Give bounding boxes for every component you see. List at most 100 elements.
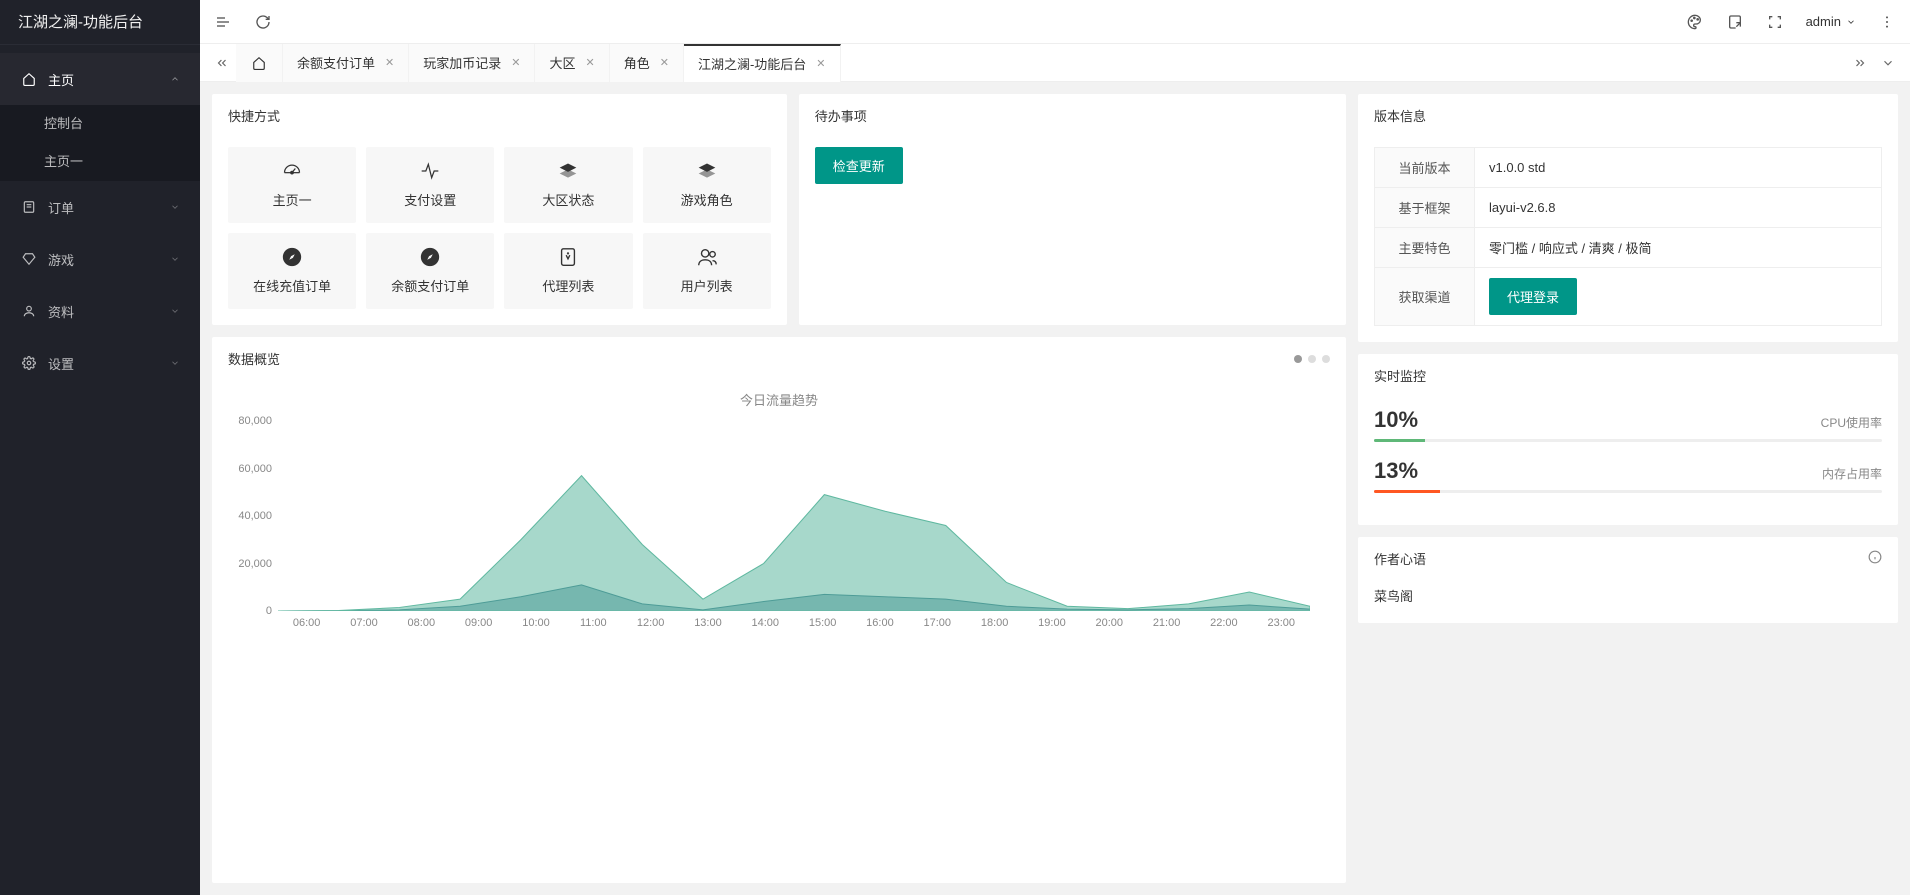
tab-balance-orders[interactable]: 余额支付订单✕: [283, 44, 409, 82]
x-tick-label: 16:00: [851, 617, 908, 629]
nav-sub-console[interactable]: 控制台: [0, 105, 200, 143]
x-tick-label: 15:00: [794, 617, 851, 629]
tabs-prev-button[interactable]: [208, 44, 236, 82]
chevron-up-icon: [170, 72, 180, 87]
overview-card: 数据概览 今日流量趋势 020,00040,00060,00080,00: [212, 337, 1346, 883]
users-icon: [695, 247, 719, 267]
agent-login-button[interactable]: 代理登录: [1489, 278, 1577, 315]
doc-icon: [556, 247, 580, 267]
x-tick-label: 17:00: [909, 617, 966, 629]
shortcut-label: 大区状态: [542, 190, 594, 209]
nav-label: 主页: [48, 70, 74, 89]
shortcut-compass[interactable]: 在线充值订单: [228, 233, 356, 309]
chevron-down-icon: [1846, 17, 1856, 27]
card-title: 快捷方式: [212, 94, 787, 137]
tab-role[interactable]: 角色✕: [610, 44, 684, 82]
tabs-menu-button[interactable]: [1874, 44, 1902, 82]
version-key: 获取渠道: [1375, 268, 1475, 326]
shortcuts-card: 快捷方式 主页一 支付设置大区状态 游戏角色在线充值订单余额支付订单代理列表用户列表: [212, 94, 787, 325]
sidebar: 江湖之澜-功能后台 主页 控制台 主页一 订单 游戏: [0, 0, 200, 895]
tab-home[interactable]: [236, 44, 283, 82]
compass-icon: [280, 247, 304, 267]
home-icon: [22, 72, 36, 86]
monitor-card: 实时监控 10%CPU使用率13%内存占用率: [1358, 354, 1898, 525]
carousel-dots[interactable]: [1294, 355, 1330, 363]
shortcut-users[interactable]: 用户列表: [643, 233, 771, 309]
y-tick-label: 60,000: [228, 463, 272, 475]
shortcut-label: 用户列表: [681, 276, 733, 295]
monitor-value: 10%: [1374, 407, 1418, 433]
user-icon: [22, 304, 36, 318]
nav-item-orders[interactable]: 订单: [0, 181, 200, 233]
y-tick-label: 0: [228, 605, 272, 617]
x-tick-label: 08:00: [393, 617, 450, 629]
shortcut-compass[interactable]: 余额支付订单: [366, 233, 494, 309]
chevron-down-icon: [170, 252, 180, 267]
gauge-icon: [280, 161, 304, 181]
tab-player-coin[interactable]: 玩家加币记录✕: [409, 44, 535, 82]
monitor-item: 13%内存占用率: [1374, 458, 1882, 493]
y-tick-label: 20,000: [228, 558, 272, 570]
shortcut-doc[interactable]: 代理列表: [504, 233, 632, 309]
shortcut-stack[interactable]: 大区状态: [504, 147, 632, 223]
nav-item-game[interactable]: 游戏: [0, 233, 200, 285]
fullscreen-icon[interactable]: [1766, 13, 1784, 31]
menu-toggle-icon[interactable]: [214, 13, 232, 31]
card-title: 待办事项: [799, 94, 1346, 137]
check-update-button[interactable]: 检查更新: [815, 147, 903, 184]
close-icon[interactable]: ✕: [511, 56, 520, 69]
refresh-icon[interactable]: [254, 13, 272, 31]
version-card: 版本信息 当前版本v1.0.0 std基于框架layui-v2.6.8主要特色零…: [1358, 94, 1898, 342]
close-icon[interactable]: ✕: [585, 56, 594, 69]
tab-dashboard[interactable]: 江湖之澜-功能后台✕: [684, 44, 841, 82]
card-title: 数据概览: [228, 349, 280, 368]
shortcut-label: 主页一: [273, 190, 312, 209]
theme-icon[interactable]: [1686, 13, 1704, 31]
nav-sub-home1[interactable]: 主页一: [0, 143, 200, 181]
close-icon[interactable]: ✕: [816, 57, 825, 70]
dot[interactable]: [1294, 355, 1302, 363]
dot[interactable]: [1308, 355, 1316, 363]
home-icon: [252, 56, 266, 70]
chevron-down-icon: [170, 356, 180, 371]
header: admin: [200, 0, 1910, 44]
note-icon[interactable]: [1726, 13, 1744, 31]
more-icon[interactable]: [1878, 13, 1896, 31]
progress-bar: [1374, 439, 1882, 442]
nav-label: 设置: [48, 354, 74, 373]
nav-label: 游戏: [48, 250, 74, 269]
version-key: 当前版本: [1375, 148, 1475, 188]
nav: 主页 控制台 主页一 订单 游戏 资料: [0, 45, 200, 895]
username: admin: [1806, 14, 1841, 29]
nav-label: 订单: [48, 198, 74, 217]
chevron-down-icon: [170, 304, 180, 319]
info-icon[interactable]: [1868, 550, 1882, 567]
version-key: 基于框架: [1375, 188, 1475, 228]
nav-item-profile[interactable]: 资料: [0, 285, 200, 337]
tabs-next-button[interactable]: [1846, 44, 1874, 82]
shortcut-stack[interactable]: 游戏角色: [643, 147, 771, 223]
nav-item-settings[interactable]: 设置: [0, 337, 200, 389]
x-tick-label: 10:00: [507, 617, 564, 629]
close-icon[interactable]: ✕: [660, 56, 669, 69]
progress-bar: [1374, 490, 1882, 493]
tab-zone[interactable]: 大区✕: [535, 44, 609, 82]
x-tick-label: 06:00: [278, 617, 335, 629]
version-value: v1.0.0 std: [1475, 148, 1882, 188]
y-tick-label: 80,000: [228, 415, 272, 427]
file-icon: [22, 200, 36, 214]
close-icon[interactable]: ✕: [385, 56, 394, 69]
app-logo: 江湖之澜-功能后台: [0, 0, 200, 45]
dot[interactable]: [1322, 355, 1330, 363]
x-tick-label: 14:00: [737, 617, 794, 629]
x-tick-label: 23:00: [1253, 617, 1310, 629]
card-title: 实时监控: [1358, 354, 1898, 397]
card-title: 作者心语: [1374, 549, 1426, 568]
monitor-label: 内存占用率: [1822, 465, 1882, 482]
shortcut-pulse[interactable]: 支付设置: [366, 147, 494, 223]
shortcut-gauge[interactable]: 主页一: [228, 147, 356, 223]
author-link[interactable]: 菜鸟阁: [1358, 580, 1898, 623]
x-tick-label: 20:00: [1081, 617, 1138, 629]
nav-item-home[interactable]: 主页: [0, 53, 200, 105]
user-menu[interactable]: admin: [1806, 14, 1856, 29]
